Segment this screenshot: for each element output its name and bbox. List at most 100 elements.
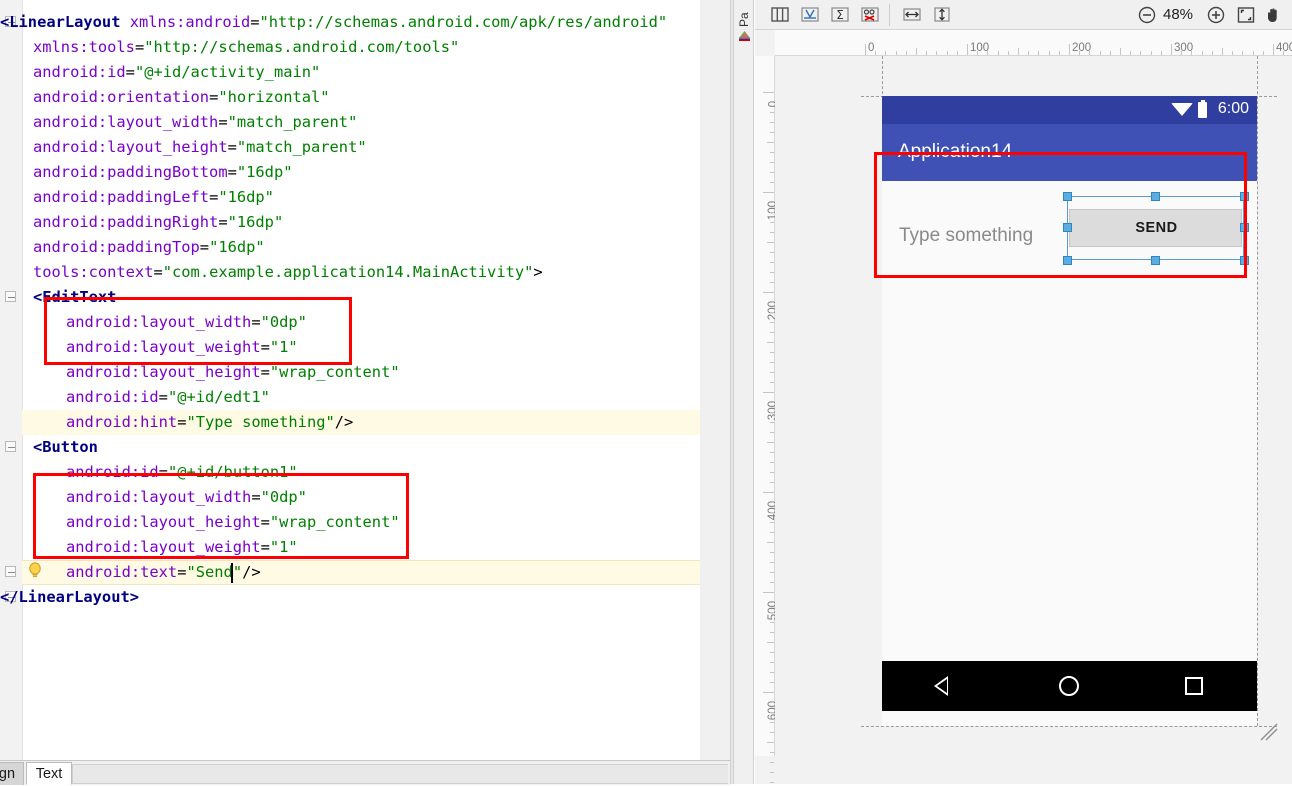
ruler-tick [770,112,774,113]
ruler-tick [1130,51,1132,55]
ruler-tick [770,472,774,473]
hand-pan-icon[interactable] [1263,5,1285,25]
design-preview-pane[interactable]: Σ 48% 0 100 200 300 400 0 100 200 300 40… [755,0,1292,784]
ruler-tick [770,662,774,663]
fit-to-screen-icon[interactable] [1235,5,1257,25]
ruler-tick [767,242,774,243]
ruler-tick [770,582,774,583]
android-status-bar: 6:00 [882,96,1257,124]
ruler-tick [1099,51,1101,55]
ruler-tick [1140,51,1142,55]
ruler-tick [770,452,774,453]
tab-design[interactable]: gn [0,762,24,785]
ruler-tick [770,772,774,773]
ruler-label: 200 [1072,42,1092,54]
ruler-tick [770,202,774,203]
ruler-tick [770,722,774,723]
clear-constraints-icon[interactable] [859,5,881,25]
code-text[interactable]: <LinearLayout xmlns:android="http://sche… [0,0,730,760]
ruler-tick [1038,51,1040,55]
code-line[interactable]: android:paddingLeft="16dp" [33,185,274,210]
ruler-label: 0 [868,42,875,54]
guide-right [1257,56,1258,726]
zoom-out-icon[interactable] [1136,5,1158,25]
ruler-tick [763,592,774,593]
ruler-tick [770,632,774,633]
code-line[interactable]: tools:context="com.example.application14… [33,260,543,285]
palette-icon [737,28,752,43]
ruler-tick [1079,51,1081,55]
svg-text:Σ: Σ [836,8,844,22]
intention-bulb-icon[interactable] [26,561,44,579]
ruler-tick [770,122,774,123]
ruler-label: 100 [970,42,990,54]
home-circle-icon[interactable] [1059,676,1079,696]
ruler-tick [770,422,774,423]
baseline-icon[interactable] [799,5,821,25]
code-line[interactable]: android:paddingRight="16dp" [33,210,283,235]
zoom-in-icon[interactable] [1205,5,1227,25]
ruler-tick [770,352,774,353]
ruler-tick [1160,51,1162,55]
ruler-tick [926,51,928,55]
ruler-tick [1252,51,1254,55]
horizontal-ruler: 0 100 200 300 400 [775,30,1292,56]
code-line[interactable]: android:orientation="horizontal" [33,85,330,110]
text-caret [231,563,233,583]
ruler-tick [770,652,774,653]
code-line[interactable]: android:id="@+id/edt1" [66,385,270,410]
code-line[interactable]: <LinearLayout xmlns:android="http://sche… [0,10,667,35]
ruler-tick [875,51,877,55]
ruler-tick [770,682,774,683]
expand-vertical-icon[interactable] [931,5,953,25]
device-resize-handle[interactable] [1259,722,1279,742]
ruler-tick [770,712,774,713]
ruler-tick [770,412,774,413]
expand-horizontal-icon[interactable] [901,5,923,25]
editor-bottom-tabs[interactable]: gn Text [0,760,730,785]
tab-text[interactable]: Text [26,762,72,785]
code-editor-pane[interactable]: <LinearLayout xmlns:android="http://sche… [0,0,730,760]
ruler-tick [1089,51,1091,55]
ruler-tick [770,382,774,383]
ruler-tick [770,182,774,183]
code-line[interactable]: android:hint="Type something"/> [66,410,353,435]
recents-square-icon[interactable] [1185,677,1203,695]
design-toolbar[interactable]: Σ 48% [755,0,1292,30]
sigma-constraints-icon[interactable]: Σ [829,5,851,25]
code-line[interactable]: </LinearLayout> [0,585,139,610]
code-line[interactable]: android:id="@+id/activity_main" [33,60,320,85]
ruler-tick [1150,51,1152,55]
code-line[interactable]: android:paddingTop="16dp" [33,235,265,260]
ruler-tick [770,522,774,523]
ruler-tick [763,92,774,93]
ruler-tick [770,532,774,533]
palette-tool-window-tab[interactable]: Pa [734,0,754,784]
ruler-tick [763,392,774,393]
editor-marker-strip[interactable] [700,0,730,760]
code-line[interactable]: xmlns:tools="http://schemas.android.com/… [33,35,459,60]
ruler-tick [967,44,968,55]
ruler-tick [763,492,774,493]
ruler-tick [1262,51,1264,55]
ruler-tick [1069,44,1070,55]
ruler-tick [997,51,999,55]
ruler-tick [770,232,774,233]
ruler-tick [1120,48,1121,55]
grid-layout-icon[interactable] [769,5,791,25]
ruler-tick [770,332,774,333]
ruler-tick [770,172,774,173]
ruler-tick [770,602,774,603]
code-line[interactable]: android:paddingBottom="16dp" [33,160,292,185]
ruler-tick [1007,51,1009,55]
ruler-tick [770,212,774,213]
status-bar-time: 6:00 [1217,100,1249,117]
code-line[interactable]: android:layout_width="match_parent" [33,110,357,135]
ruler-tick [770,372,774,373]
code-line[interactable]: android:layout_height="match_parent" [33,135,367,160]
ruler-tick [1201,51,1203,55]
code-line[interactable]: <Button [33,435,98,460]
ruler-tick [770,702,774,703]
ruler-tick [1048,51,1050,55]
ruler-tick [767,642,774,643]
